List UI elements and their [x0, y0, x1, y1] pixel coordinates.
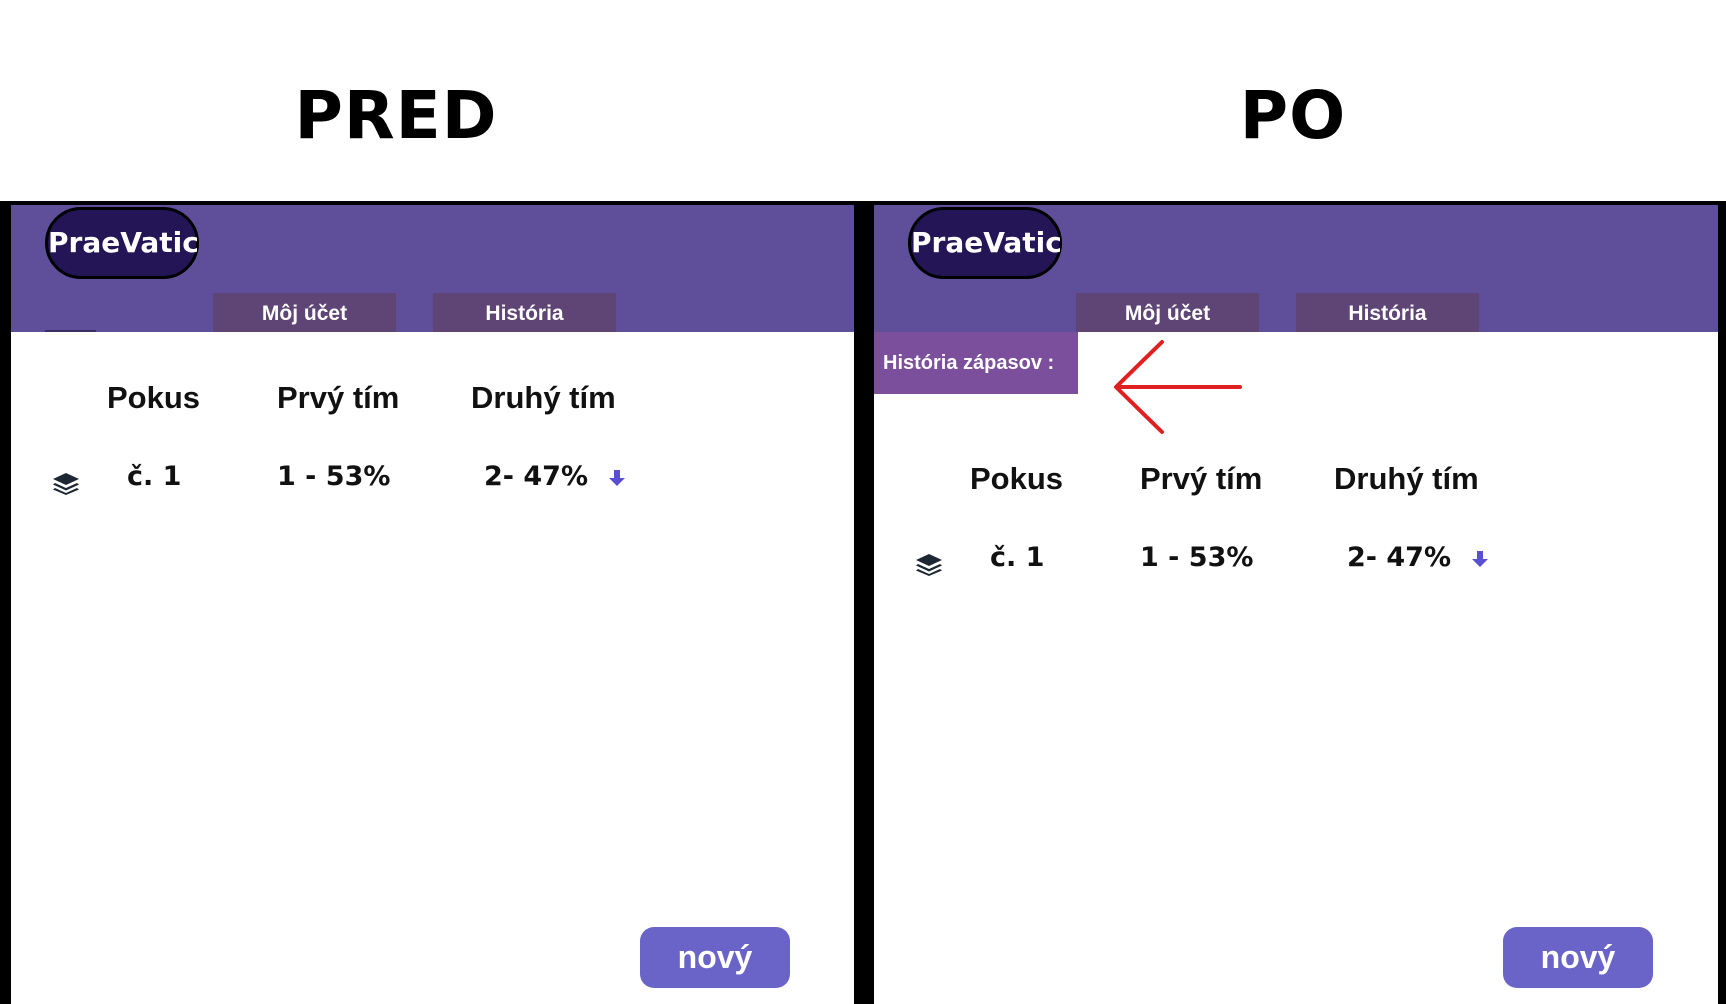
- app-header: PraeVatic Môj účet História: [11, 205, 854, 332]
- column-header-first-team: Prvý tím: [277, 380, 400, 415]
- column-header-first-team: Prvý tím: [1140, 461, 1263, 496]
- nav-tab-history[interactable]: História: [433, 293, 616, 332]
- second-team-cell: 2- 47%: [484, 461, 589, 492]
- layers-icon: [53, 473, 79, 495]
- column-header-attempt: Pokus: [107, 380, 201, 415]
- app-header: PraeVatic Môj účet História: [874, 205, 1718, 332]
- frame-center-divider: [854, 201, 874, 1004]
- after-heading: PO: [1239, 77, 1347, 154]
- first-team-cell: 1 - 53%: [1140, 542, 1254, 573]
- before-heading: PRED: [294, 77, 498, 154]
- header-accent: [45, 330, 96, 332]
- column-header-second-team: Druhý tím: [471, 380, 616, 415]
- match-history-label: História zápasov :: [874, 332, 1078, 394]
- arrow-down-icon: [609, 470, 625, 486]
- after-panel: PraeVatic Môj účet História História záp…: [874, 205, 1718, 1004]
- second-team-cell: 2- 47%: [1347, 542, 1452, 573]
- new-button[interactable]: nový: [640, 927, 790, 988]
- before-panel: PraeVatic Môj účet História Pokus Prvý t…: [11, 205, 854, 1004]
- layers-icon: [916, 554, 942, 576]
- attempt-cell: č. 1: [127, 461, 182, 492]
- brand-logo[interactable]: PraeVatic: [908, 207, 1062, 279]
- frame-right-border: [1718, 201, 1726, 1004]
- first-team-cell: 1 - 53%: [277, 461, 391, 492]
- red-arrow-left-icon: [1114, 340, 1242, 434]
- attempt-cell: č. 1: [990, 542, 1045, 573]
- column-header-attempt: Pokus: [970, 461, 1064, 496]
- nav-tab-account[interactable]: Môj účet: [1076, 293, 1259, 332]
- column-header-second-team: Druhý tím: [1334, 461, 1479, 496]
- new-button[interactable]: nový: [1503, 927, 1653, 988]
- brand-logo[interactable]: PraeVatic: [45, 207, 199, 279]
- frame-left-border: [0, 201, 11, 1004]
- nav-tab-history[interactable]: História: [1296, 293, 1479, 332]
- arrow-down-icon: [1472, 551, 1488, 567]
- nav-tab-account[interactable]: Môj účet: [213, 293, 396, 332]
